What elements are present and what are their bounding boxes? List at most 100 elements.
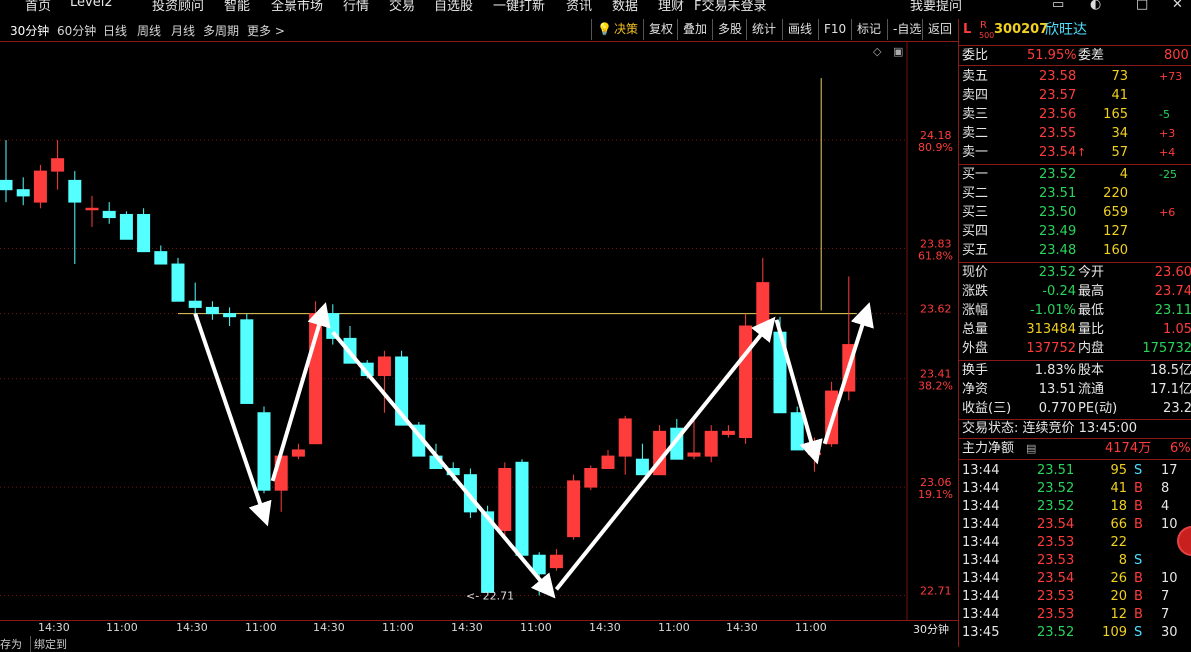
tick-time: 13:44 (962, 463, 1000, 478)
depth-label: 卖二 (962, 126, 989, 141)
maximize-icon[interactable]: □ (1136, 0, 1148, 12)
toolbar-button[interactable]: F10 (818, 19, 851, 40)
buy-level-row[interactable]: 买五 23.48 160 (959, 242, 1191, 260)
candle[interactable] (756, 257, 770, 333)
period-tab[interactable]: 多周期 (203, 22, 239, 39)
top-menu-item[interactable]: 智能 (224, 0, 250, 14)
toolbar-button[interactable]: 返回 (922, 19, 957, 40)
skin-icon[interactable]: ◐ (1090, 0, 1101, 12)
top-menu-item[interactable]: F交易未登录 (694, 0, 766, 14)
candle[interactable] (567, 474, 581, 540)
depth-change: -25 (1159, 168, 1177, 181)
sell-level-row[interactable]: 卖三 23.56 165 -5 (959, 106, 1191, 124)
toolbar-button[interactable]: 叠加 (677, 19, 712, 40)
candle[interactable] (549, 549, 563, 571)
period-tab[interactable]: 日线 (103, 22, 127, 39)
candle[interactable] (618, 415, 632, 475)
candle[interactable] (721, 425, 735, 438)
toolbar-button[interactable]: 统计 (746, 19, 781, 40)
sell-level-row[interactable]: 卖四 23.57 41 (959, 87, 1191, 105)
top-menu-item[interactable]: 数据 (612, 0, 638, 14)
candle[interactable] (257, 406, 271, 494)
kline-chart-svg[interactable]: 24.1880.9%23.8361.8%23.6223.4138.2%23.06… (0, 41, 958, 621)
top-menu-item[interactable]: 行情 (343, 0, 369, 14)
candle[interactable] (584, 465, 598, 491)
candle[interactable] (635, 443, 649, 476)
toolbar-button[interactable]: 多股 (712, 19, 747, 40)
toolbar-button[interactable]: 标记 (851, 19, 886, 40)
candle[interactable] (51, 140, 65, 190)
period-tab[interactable]: 更多 > (247, 22, 285, 39)
candle[interactable] (68, 171, 82, 265)
candle[interactable] (601, 449, 615, 470)
candle[interactable] (205, 301, 219, 320)
stat-label: 净资 (962, 382, 989, 397)
main-net-row[interactable]: 主力净额 ▤ 4174万 6% (959, 440, 1191, 458)
tick-price: 23.52 (1037, 481, 1075, 496)
candle-body (205, 306, 219, 315)
top-menu-item[interactable]: 我要提问 (910, 0, 962, 14)
toolbar-button[interactable]: 💡 决策 (591, 19, 643, 40)
sell-level-row[interactable]: 卖二 23.55 34 +3 (959, 125, 1191, 143)
stock-code: 300207 (994, 22, 1049, 37)
candle[interactable] (33, 164, 47, 209)
candle[interactable] (377, 350, 391, 413)
settings-box-icon[interactable]: ▣ (893, 45, 903, 58)
time-tick-label: 14:30 (313, 621, 345, 634)
diamond-icon[interactable]: ◇ (873, 45, 882, 58)
buy-level-row[interactable]: 买四 23.49 127 (959, 223, 1191, 241)
tick-volume: 12 (1110, 607, 1127, 622)
candle[interactable] (137, 208, 151, 253)
candle[interactable] (291, 443, 305, 460)
window-menu-icon[interactable]: ▭ (1052, 0, 1064, 12)
close-icon[interactable]: ✕ (1172, 0, 1183, 12)
sell-level-row[interactable]: 卖一 23.54 ↑ 57 +4 (959, 144, 1191, 162)
period-tab[interactable]: 60分钟 (57, 22, 96, 39)
top-menu-item[interactable]: 理财 (658, 0, 684, 14)
bind-to-tab[interactable]: 绑定到 (30, 636, 67, 652)
buy-level-row[interactable]: 买二 23.51 220 (959, 185, 1191, 203)
toolbar-button[interactable]: 画线 (782, 19, 817, 40)
buy-level-row[interactable]: 买一 23.52 4 -25 (959, 166, 1191, 184)
candle[interactable] (739, 313, 753, 444)
tick-row: 13:45 23.52 109 S 30 (959, 624, 1191, 642)
candle[interactable] (85, 195, 99, 227)
period-tab[interactable]: 月线 (171, 22, 195, 39)
candle[interactable] (119, 211, 133, 240)
sell-level-row[interactable]: 卖五 23.58 73 +73 (959, 68, 1191, 86)
main-net-label: 主力净额 (962, 441, 1015, 456)
top-menu-item[interactable]: Level2 (70, 0, 113, 10)
stat-label: 今开 (1078, 265, 1105, 280)
candle[interactable] (223, 307, 237, 326)
tick-extra: 8 (1161, 481, 1170, 496)
top-menu-item[interactable]: 交易 (389, 0, 415, 14)
top-menu-item[interactable]: 自选股 (434, 0, 473, 14)
candle[interactable] (515, 459, 529, 559)
stat-value: 0.770 (1038, 401, 1076, 416)
toolbar-button[interactable]: 复权 (643, 19, 678, 40)
candle[interactable] (240, 313, 254, 404)
depth-volume: 165 (1103, 107, 1128, 122)
candle[interactable] (704, 425, 718, 463)
candle[interactable] (16, 177, 30, 206)
candle[interactable] (0, 140, 13, 203)
top-menu-item[interactable]: 投资顾问 (152, 0, 204, 14)
candle[interactable] (171, 257, 185, 302)
top-menu-item[interactable]: 全景市场 (271, 0, 323, 14)
period-tab[interactable]: 周线 (137, 22, 161, 39)
candle[interactable] (102, 202, 116, 224)
candle[interactable] (498, 462, 512, 537)
top-menu-item[interactable]: 首页 (25, 0, 51, 14)
tick-row: 13:44 23.53 22 (959, 534, 1191, 552)
kline-chart[interactable]: 24.18 80.9% 23.83 61.8% 23.62 23.41 38.2% 23.06… (0, 41, 958, 621)
list-icon[interactable]: ▤ (1026, 440, 1036, 458)
depth-price: 23.51 (1039, 186, 1077, 201)
top-menu-item[interactable]: 一键打新 (493, 0, 545, 14)
weicha-value: 800 (1164, 48, 1189, 63)
candle-body (257, 412, 271, 491)
save-as-tab[interactable]: 存为 (0, 636, 22, 652)
toolbar-button[interactable]: -自选 (887, 19, 926, 40)
top-menu-item[interactable]: 资讯 (566, 0, 592, 14)
period-tab[interactable]: 30分钟 (10, 22, 49, 39)
buy-level-row[interactable]: 买三 23.50 659 +6 (959, 204, 1191, 222)
